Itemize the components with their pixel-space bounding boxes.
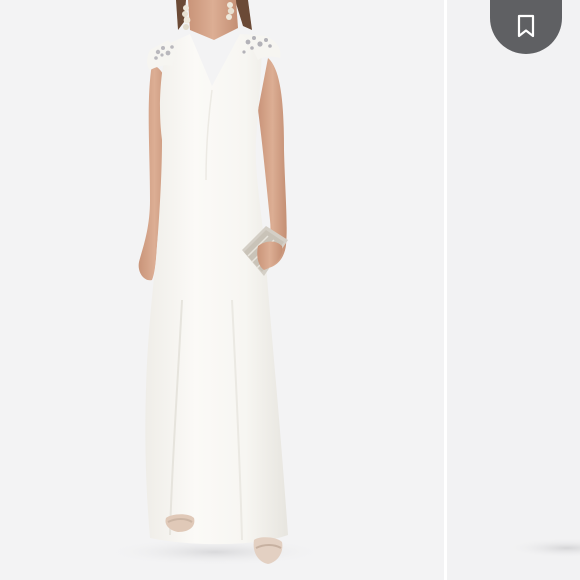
- bookmark-icon: [517, 14, 535, 38]
- right-hand: [257, 241, 283, 270]
- photo-carousel[interactable]: [0, 0, 580, 580]
- gown-photo: [105, 0, 325, 566]
- next-photo-preview: [507, 538, 580, 558]
- photo-slide-1[interactable]: [0, 0, 444, 580]
- listing-photo-viewer: [0, 0, 580, 580]
- photo-slide-2[interactable]: [447, 0, 580, 580]
